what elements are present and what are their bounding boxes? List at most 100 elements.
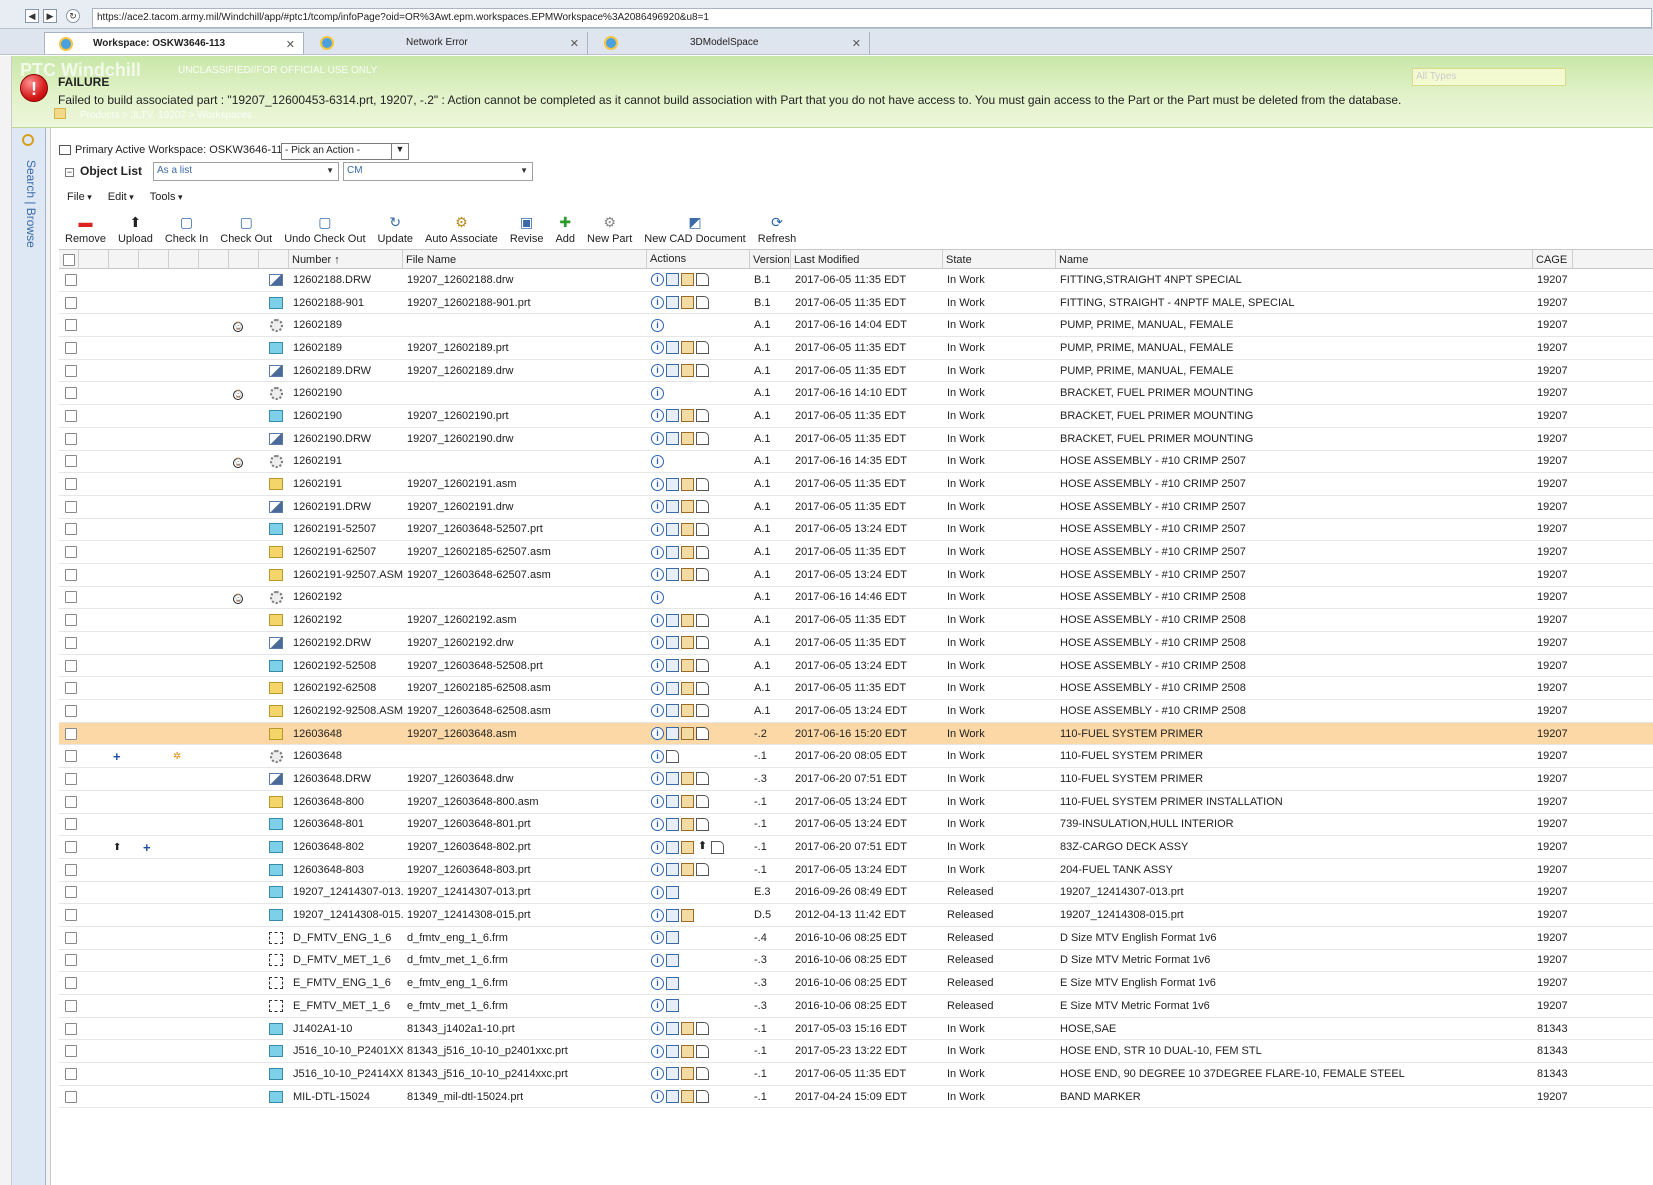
check-out-button[interactable]: ▢ Check Out <box>214 207 278 247</box>
new-document-icon[interactable] <box>696 727 709 741</box>
info-icon[interactable]: i <box>651 636 664 650</box>
edit-icon[interactable] <box>681 636 694 650</box>
info-icon[interactable]: i <box>651 885 664 899</box>
table-row[interactable]: E_FMTV_MET_1_6 e_fmtv_met_1_6.frm i -.3 2016… <box>59 995 1653 1018</box>
row-checkbox[interactable] <box>65 772 77 785</box>
edit-icon[interactable] <box>681 863 694 877</box>
number-cell[interactable]: 12602192 <box>289 591 403 603</box>
history-icon[interactable]: ↻ <box>66 9 80 23</box>
table-row[interactable]: J516_10-10_P2414XXC 81343_j516_10-10_p241… <box>59 1063 1653 1086</box>
table-row[interactable]: 12602191-52507 19207_12603648-52507.prt i A… <box>59 519 1653 542</box>
view-document-icon[interactable] <box>666 772 679 786</box>
row-checkbox[interactable] <box>65 999 77 1012</box>
view-document-icon[interactable] <box>666 636 679 650</box>
file-name-column-header[interactable]: File Name <box>403 250 647 268</box>
info-icon[interactable]: i <box>651 568 664 582</box>
new-document-icon[interactable] <box>696 659 709 673</box>
row-checkbox[interactable] <box>65 750 77 763</box>
edit-icon[interactable] <box>681 296 694 310</box>
view-document-icon[interactable] <box>666 885 679 899</box>
view-document-icon[interactable] <box>666 613 679 627</box>
edit-icon[interactable] <box>681 545 694 559</box>
info-icon[interactable]: i <box>651 772 664 786</box>
edit-icon[interactable] <box>681 772 694 786</box>
edit-icon[interactable] <box>681 273 694 287</box>
number-column-header[interactable]: Number ↑ <box>289 250 403 268</box>
row-checkbox[interactable] <box>65 273 77 286</box>
info-icon[interactable]: i <box>651 1022 664 1036</box>
view-document-icon[interactable] <box>666 681 679 695</box>
info-icon[interactable]: i <box>651 863 664 877</box>
info-icon[interactable]: i <box>651 681 664 695</box>
table-row[interactable]: + ✲ 12603648 i -.1 2017-06-20 08:05 EDT In Wor… <box>59 745 1653 769</box>
new-document-icon[interactable] <box>696 636 709 650</box>
number-cell[interactable]: D_FMTV_ENG_1_6 <box>289 932 403 944</box>
view-document-icon[interactable] <box>666 1090 679 1104</box>
info-icon[interactable]: i <box>651 545 664 559</box>
row-checkbox[interactable] <box>65 546 77 559</box>
number-cell[interactable]: J516_10-10_P2401XXC <box>289 1045 403 1057</box>
info-icon[interactable]: i <box>651 817 664 831</box>
row-checkbox[interactable] <box>65 591 77 604</box>
status-column-header[interactable] <box>139 250 169 268</box>
number-cell[interactable]: 12602191-92507.ASM <box>289 569 403 581</box>
view-select[interactable]: As a list ▼ <box>153 162 339 181</box>
info-icon[interactable]: i <box>651 727 664 741</box>
view-document-icon[interactable] <box>666 1067 679 1081</box>
navigator-panel[interactable]: Search | Browse <box>12 128 46 1185</box>
edit-icon[interactable] <box>681 341 694 355</box>
number-cell[interactable]: 12602191-52507 <box>289 523 403 535</box>
table-row[interactable]: 12602188.DRW 19207_12602188.drw i B.1 2017-0… <box>59 269 1653 292</box>
table-row[interactable]: J1402A1-10 81343_j1402a1-10.prt i -.1 2017-0… <box>59 1018 1653 1041</box>
info-icon[interactable]: i <box>651 659 664 673</box>
row-checkbox[interactable] <box>65 841 77 854</box>
row-checkbox[interactable] <box>65 704 77 717</box>
search-icon[interactable] <box>22 134 34 146</box>
row-checkbox[interactable] <box>65 1067 77 1080</box>
info-icon[interactable]: i <box>651 1090 664 1104</box>
table-row[interactable]: 19207_12414307-013... 19207_12414307-013.… <box>59 882 1653 905</box>
number-cell[interactable]: 12602189 <box>289 342 403 354</box>
info-icon[interactable]: i <box>651 432 664 446</box>
edit-icon[interactable] <box>681 364 694 378</box>
row-checkbox[interactable] <box>65 523 77 536</box>
row-checkbox[interactable] <box>65 931 77 944</box>
row-checkbox[interactable] <box>65 636 77 649</box>
table-row[interactable]: ⬆ +12603648-802 19207_12603648-802.prt i ⬆ -.… <box>59 836 1653 859</box>
row-checkbox[interactable] <box>65 455 77 468</box>
number-cell[interactable]: J516_10-10_P2414XXC <box>289 1068 403 1080</box>
number-cell[interactable]: 12602191 <box>289 478 403 490</box>
number-cell[interactable]: 12603648-803 <box>289 864 403 876</box>
edit-icon[interactable] <box>681 817 694 831</box>
view-document-icon[interactable] <box>666 704 679 718</box>
table-row[interactable]: ⌚ 12602191 i A.1 2017-06-16 14:35 EDT In Work… <box>59 451 1653 474</box>
number-cell[interactable]: MIL-DTL-15024 <box>289 1091 403 1103</box>
table-row[interactable]: 12603648.DRW 19207_12603648.drw i -.3 2017-0… <box>59 768 1653 791</box>
info-icon[interactable]: i <box>651 318 664 332</box>
edit-icon[interactable] <box>681 477 694 491</box>
info-icon[interactable]: i <box>651 795 664 809</box>
table-row[interactable]: 12602189 19207_12602189.prt i A.1 2017-06-05… <box>59 337 1653 360</box>
edit-icon[interactable] <box>681 840 694 854</box>
view-document-icon[interactable] <box>666 409 679 423</box>
edit-icon[interactable] <box>681 727 694 741</box>
refresh-button[interactable]: ⟳ Refresh <box>752 207 803 247</box>
info-icon[interactable]: i <box>651 454 664 468</box>
info-icon[interactable]: i <box>651 931 664 945</box>
edit-icon[interactable] <box>681 681 694 695</box>
status-column-header[interactable] <box>229 250 259 268</box>
row-checkbox[interactable] <box>65 1090 77 1103</box>
info-icon[interactable]: i <box>651 704 664 718</box>
table-row[interactable]: 12602192.DRW 19207_12602192.drw i A.1 2017-0… <box>59 632 1653 655</box>
new-document-icon[interactable] <box>696 500 709 514</box>
view-document-icon[interactable] <box>666 1022 679 1036</box>
table-row[interactable]: ⌚ 12602189 i A.1 2017-06-16 14:04 EDT In Work… <box>59 314 1653 338</box>
menu-tools[interactable]: Tools ▾ <box>142 188 191 206</box>
row-checkbox[interactable] <box>65 500 77 513</box>
edit-icon[interactable] <box>681 409 694 423</box>
close-icon[interactable]: ✕ <box>570 37 579 50</box>
view-document-icon[interactable] <box>666 432 679 446</box>
info-icon[interactable]: i <box>651 386 664 400</box>
view-document-icon[interactable] <box>666 364 679 378</box>
info-icon[interactable]: i <box>651 296 664 310</box>
